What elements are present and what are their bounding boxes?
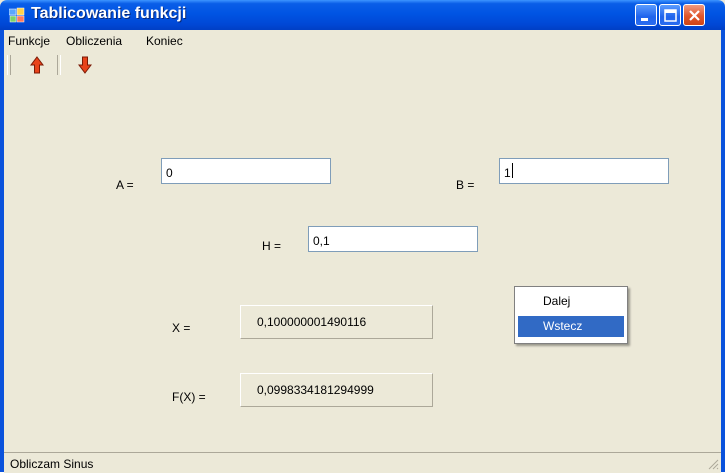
toolbar <box>4 51 721 79</box>
input-a[interactable] <box>161 158 331 184</box>
result-x-box: 0,100000001490116 <box>240 305 433 339</box>
toolbar-grip[interactable] <box>7 55 11 75</box>
label-h: H = <box>262 239 282 253</box>
window-frame-left <box>0 30 4 472</box>
app-window: Tablicowanie funkcji Funkcje Obliczenia … <box>0 0 725 473</box>
menu-obliczenia[interactable]: Obliczenia <box>66 34 122 48</box>
context-menu-label-dalej: Dalej <box>543 294 571 308</box>
context-menu-item-dalej[interactable]: Dalej <box>518 291 624 312</box>
menu-bar: Funkcje Obliczenia Koniec <box>4 30 721 51</box>
menu-koniec[interactable]: Koniec <box>146 34 183 48</box>
input-b-field[interactable] <box>500 159 668 183</box>
resize-grip-icon[interactable] <box>706 457 719 470</box>
maximize-button[interactable] <box>659 4 681 26</box>
label-x: X = <box>172 321 191 335</box>
input-a-field[interactable] <box>162 159 330 183</box>
label-fx: F(X) = <box>172 390 206 404</box>
input-h[interactable] <box>308 226 478 252</box>
maximize-icon <box>664 9 677 22</box>
minimize-button[interactable] <box>635 4 657 26</box>
arrow-up-icon <box>30 56 44 74</box>
window-frame-right <box>721 30 725 472</box>
app-icon <box>9 7 25 23</box>
context-menu-item-wstecz[interactable]: Wstecz <box>518 316 624 337</box>
input-b[interactable] <box>499 158 669 184</box>
close-button[interactable] <box>683 4 705 26</box>
arrow-down-button[interactable] <box>74 54 96 76</box>
label-b: B = <box>456 178 475 192</box>
arrow-up-button[interactable] <box>26 54 48 76</box>
window-title: Tablicowanie funkcji <box>31 5 187 22</box>
minimize-icon <box>641 18 648 21</box>
status-text: Obliczam Sinus <box>10 457 94 471</box>
input-h-field[interactable] <box>309 227 477 251</box>
text-caret <box>512 163 513 178</box>
status-bar: Obliczam Sinus <box>4 452 721 473</box>
title-bar[interactable]: Tablicowanie funkcji <box>0 0 725 30</box>
context-menu: Dalej Wstecz <box>514 286 628 344</box>
context-menu-label-wstecz: Wstecz <box>543 319 583 333</box>
label-a: A = <box>116 178 134 192</box>
arrow-down-icon <box>78 56 92 74</box>
close-icon <box>689 10 700 21</box>
result-fx-value: 0,0998334181294999 <box>257 383 374 397</box>
result-fx-box: 0,0998334181294999 <box>240 373 433 407</box>
menu-funkcje[interactable]: Funkcje <box>8 34 50 48</box>
result-x-value: 0,100000001490116 <box>257 315 367 329</box>
toolbar-separator <box>57 55 61 75</box>
